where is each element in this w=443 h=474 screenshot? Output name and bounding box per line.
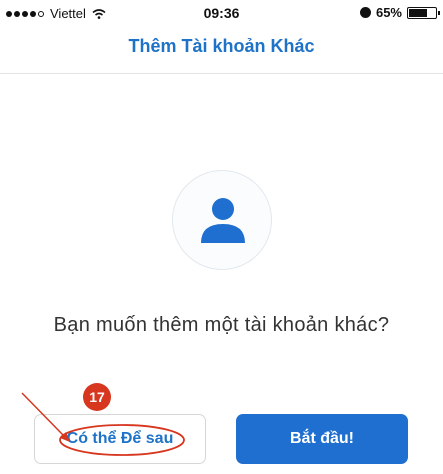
maybe-later-label: Có thể Để sau xyxy=(66,430,174,447)
step-number-badge: 17 xyxy=(83,383,111,411)
maybe-later-button[interactable]: Có thể Để sau xyxy=(34,414,206,464)
battery-icon xyxy=(407,6,440,19)
battery-percent: 65% xyxy=(375,5,402,20)
get-started-label: Bắt đầu! xyxy=(290,430,354,447)
avatar xyxy=(172,170,272,270)
user-icon xyxy=(201,198,245,243)
navigation-bar: Thêm Tài khoản Khác xyxy=(0,26,443,74)
alarm-icon xyxy=(359,7,371,18)
get-started-button[interactable]: Bắt đầu! xyxy=(236,414,408,464)
status-right: 65% xyxy=(359,5,440,20)
add-account-prompt: Bạn muốn thêm một tài khoản khác? xyxy=(53,314,390,336)
page-title: Thêm Tài khoản Khác xyxy=(128,36,315,56)
status-bar: Viettel 09:36 65% xyxy=(0,0,443,26)
